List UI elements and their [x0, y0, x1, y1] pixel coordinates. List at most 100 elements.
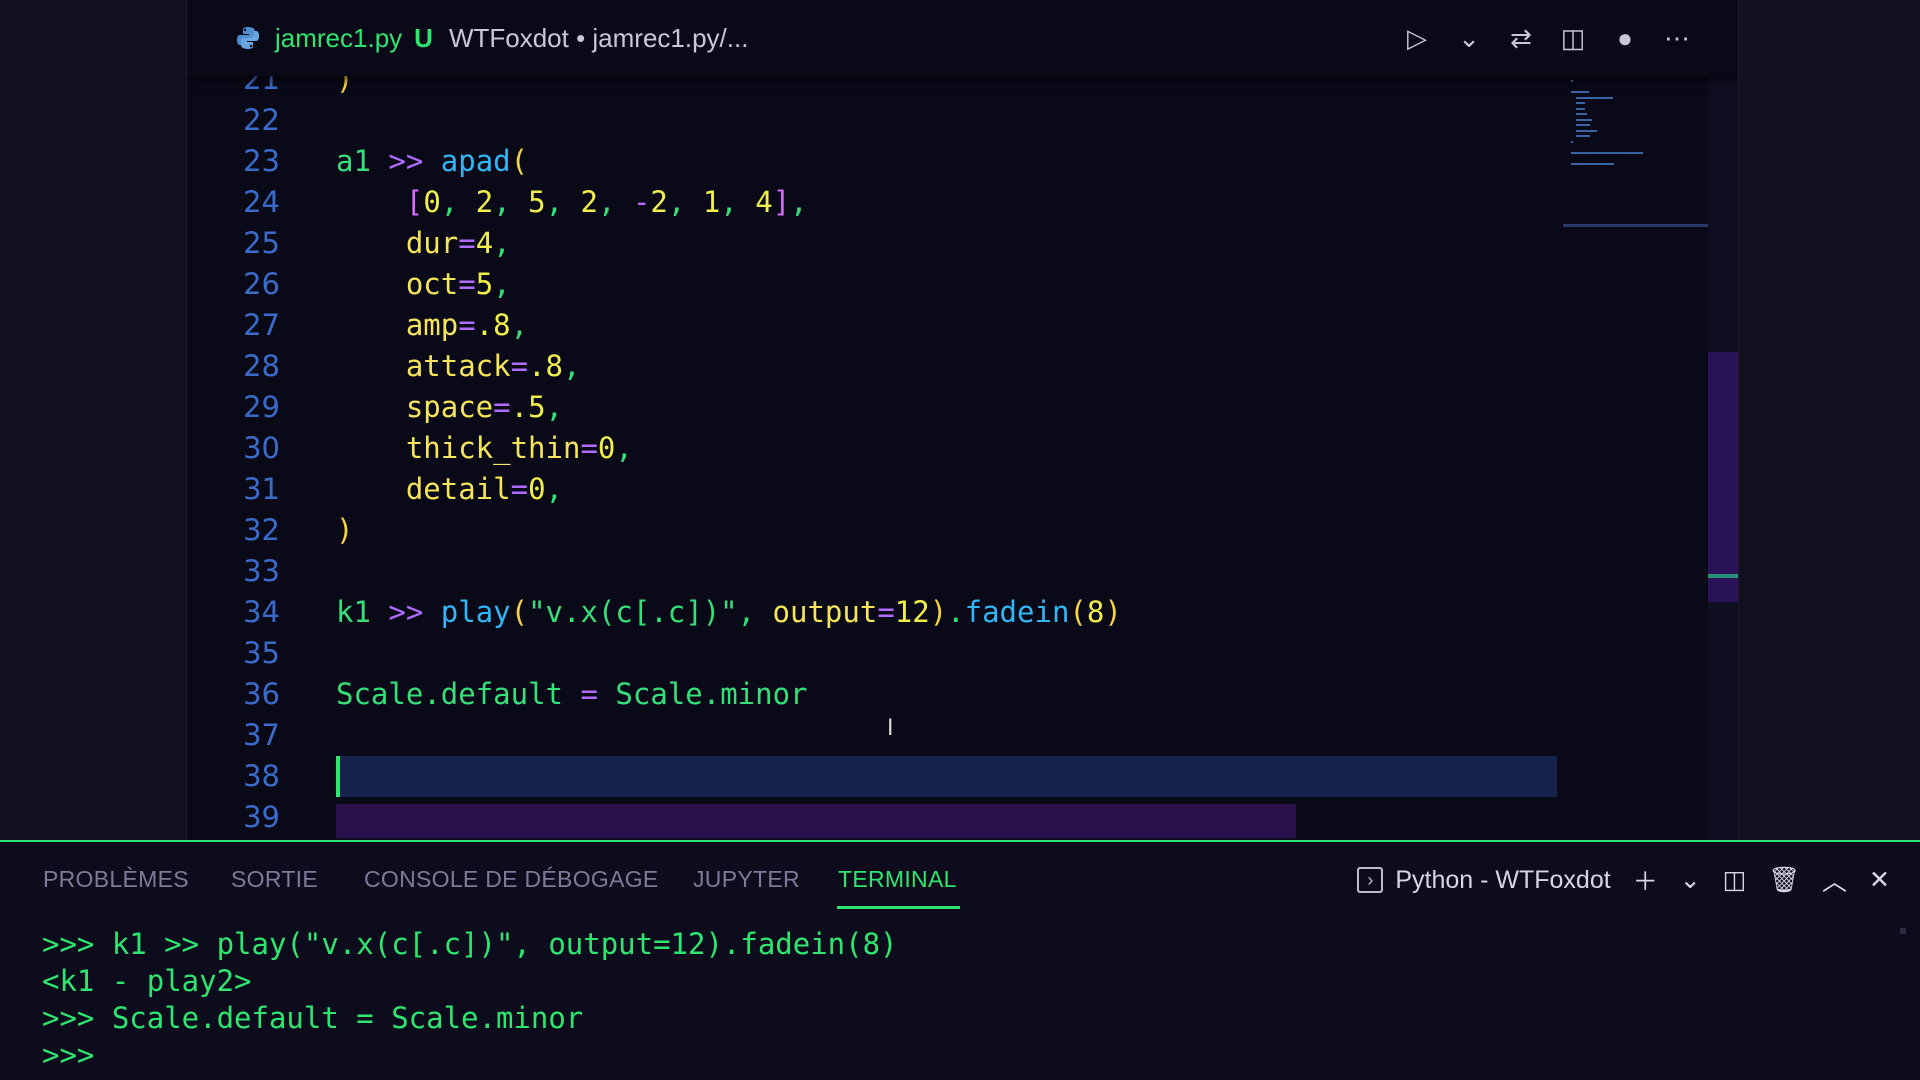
line-number: 22 — [243, 103, 280, 137]
line-number: 27 — [243, 308, 280, 342]
code-line[interactable]: 36 Scale.default = Scale.minor — [187, 674, 1557, 715]
panel-tab-probl-mes[interactable]: PROBLÈMES — [43, 866, 189, 893]
terminal-toolbar: › Python - WTFoxdot ＋ ⌄ ◫ 🗑 ︿ ✕ — [1357, 860, 1890, 900]
terminal-selector[interactable]: › Python - WTFoxdot — [1357, 865, 1611, 895]
minimap-line — [1571, 91, 1589, 93]
panel-tab-jupyter[interactable]: JUPYTER — [693, 866, 800, 893]
minimap-viewport-marker — [1563, 224, 1708, 227]
line-number: 24 — [243, 185, 280, 219]
close-panel-icon[interactable]: ✕ — [1869, 865, 1890, 895]
text-caret — [336, 756, 340, 797]
split-editor-icon[interactable]: ◫ — [1556, 21, 1590, 55]
line-number: 29 — [243, 390, 280, 424]
run-dropdown-icon[interactable]: ⌄ — [1452, 21, 1486, 55]
run-icon[interactable]: ▷ — [1400, 21, 1434, 55]
code-line[interactable]: 39 — [187, 797, 1557, 838]
trash-icon[interactable]: 🗑 — [1768, 866, 1800, 895]
terminal-icon: › — [1357, 867, 1384, 893]
code-text: oct=5, — [405, 267, 511, 301]
code-text: space=.5, — [405, 390, 564, 424]
terminal-output[interactable]: >>> k1 >> play("v.x(c[.c])", output=12).… — [42, 926, 898, 1074]
minimap-line — [1575, 96, 1613, 99]
terminal-line: >>> k1 >> play("v.x(c[.c])", output=12).… — [42, 927, 898, 961]
more-actions-icon[interactable]: ⋯ — [1660, 21, 1694, 55]
split-terminal-icon[interactable]: ◫ — [1723, 865, 1747, 895]
line-number: 30 — [243, 431, 280, 465]
active-tab-indicator — [837, 906, 960, 909]
panel-tab-sortie[interactable]: SORTIE — [231, 866, 318, 893]
bottom-panel: PROBLÈMES SORTIE CONSOLE DE DÉBOGAGE JUPYTE… — [0, 840, 1920, 1080]
code-line[interactable]: 26 oct=5, — [187, 264, 1557, 305]
minimap[interactable] — [1563, 76, 1713, 226]
code-line[interactable]: 28 attack=.8, — [187, 346, 1557, 387]
selection-highlight — [336, 804, 1296, 838]
editor-tab-bar: jamrec1.py U WTFoxdot • jamrec1.py/... ▷… — [187, 0, 1738, 76]
code-line[interactable]: 34 k1 >> play("v.x(c[.c])", output=12).fa… — [187, 592, 1557, 633]
panel-tab-terminal[interactable]: TERMINAL — [838, 866, 957, 893]
panel-tab-console-de-d-bogage[interactable]: CONSOLE DE DÉBOGAGE — [364, 866, 659, 893]
line-number: 35 — [243, 636, 280, 670]
vertical-scrollbar-thumb[interactable] — [1708, 352, 1738, 602]
code-line[interactable]: 32) — [187, 510, 1557, 551]
code-line[interactable]: 37 — [187, 715, 1557, 756]
code-line[interactable]: 23 a1 >> apad( — [187, 141, 1557, 182]
code-line[interactable]: 29 space=.5, — [187, 387, 1557, 428]
minimap-line — [1571, 151, 1643, 154]
code-line[interactable]: 25 dur=4, — [187, 223, 1557, 264]
code-text: [0, 2, 5, 2, -2, 1, 4], — [405, 185, 808, 219]
terminal-line: <k1 - play2> — [42, 964, 252, 998]
minimap-line — [1575, 102, 1586, 104]
scrollbar-cursor-marker — [1708, 574, 1738, 578]
line-number: 25 — [243, 226, 280, 260]
right-gutter-area — [1739, 0, 1920, 840]
text-cursor-icon: I — [887, 716, 894, 741]
line-number: 23 — [243, 144, 280, 178]
code-line[interactable]: 33 — [187, 551, 1557, 592]
maximize-panel-icon[interactable]: ︿ — [1822, 862, 1847, 898]
minimap-line — [1571, 140, 1573, 143]
python-file-icon — [237, 27, 259, 49]
code-text: amp=.8, — [405, 308, 529, 342]
code-area[interactable]: 21) 22 23 a1 >> apad(24 [0, 2, 5, 2, -2, 1,… — [187, 62, 1557, 840]
code-line[interactable]: 35 — [187, 633, 1557, 674]
code-text: dur=4, — [405, 226, 511, 260]
code-text: Scale.default = Scale.minor — [336, 677, 808, 711]
line-number: 32 — [243, 513, 280, 547]
terminal-line: >>> Scale.default = Scale.minor — [42, 1001, 584, 1035]
code-line[interactable]: 22 — [187, 100, 1557, 141]
code-line[interactable]: 27 amp=.8, — [187, 305, 1557, 346]
left-gutter-area — [0, 0, 186, 840]
terminal-name: Python - WTFoxdot — [1395, 865, 1611, 894]
line-number: 34 — [243, 595, 280, 629]
code-line[interactable]: 30 thick_thin=0, — [187, 428, 1557, 469]
code-line[interactable]: 31 detail=0, — [187, 469, 1557, 510]
code-text: thick_thin=0, — [405, 431, 633, 465]
unsaved-dot-icon[interactable]: ● — [1608, 21, 1642, 55]
line-number: 33 — [243, 554, 280, 588]
editor-actions: ▷ ⌄ ⇄ ◫ ● ⋯ — [1400, 18, 1694, 58]
tab-description: WTFoxdot • jamrec1.py/... — [448, 22, 749, 53]
line-number: 38 — [243, 759, 280, 793]
code-editor[interactable]: jamrec1.py U WTFoxdot • jamrec1.py/... ▷… — [186, 0, 1739, 840]
minimap-line — [1575, 135, 1591, 137]
line-number: 37 — [243, 718, 280, 752]
line-number: 28 — [243, 349, 280, 383]
compare-changes-icon[interactable]: ⇄ — [1504, 21, 1538, 55]
line-number: 31 — [243, 472, 280, 506]
code-text: k1 >> play("v.x(c[.c])", output=12).fade… — [336, 595, 1122, 629]
code-line[interactable]: 38 — [187, 756, 1557, 797]
minimap-line — [1571, 162, 1615, 165]
editor-tab-jamrec1[interactable]: jamrec1.py U WTFoxdot • jamrec1.py/... — [235, 18, 748, 58]
terminal-line: >>> — [42, 1038, 95, 1072]
minimap-line — [1571, 80, 1573, 82]
minimap-line — [1575, 129, 1597, 132]
line-number: 36 — [243, 677, 280, 711]
current-line-highlight — [336, 756, 1557, 797]
terminal-dropdown-icon[interactable]: ⌄ — [1680, 865, 1701, 895]
code-line[interactable]: 24 [0, 2, 5, 2, -2, 1, 4], — [187, 182, 1557, 223]
code-text: attack=.8, — [405, 349, 581, 383]
add-terminal-icon[interactable]: ＋ — [1633, 862, 1658, 898]
code-text: detail=0, — [405, 472, 564, 506]
minimap-line — [1575, 118, 1592, 121]
minimap-line — [1575, 113, 1587, 115]
